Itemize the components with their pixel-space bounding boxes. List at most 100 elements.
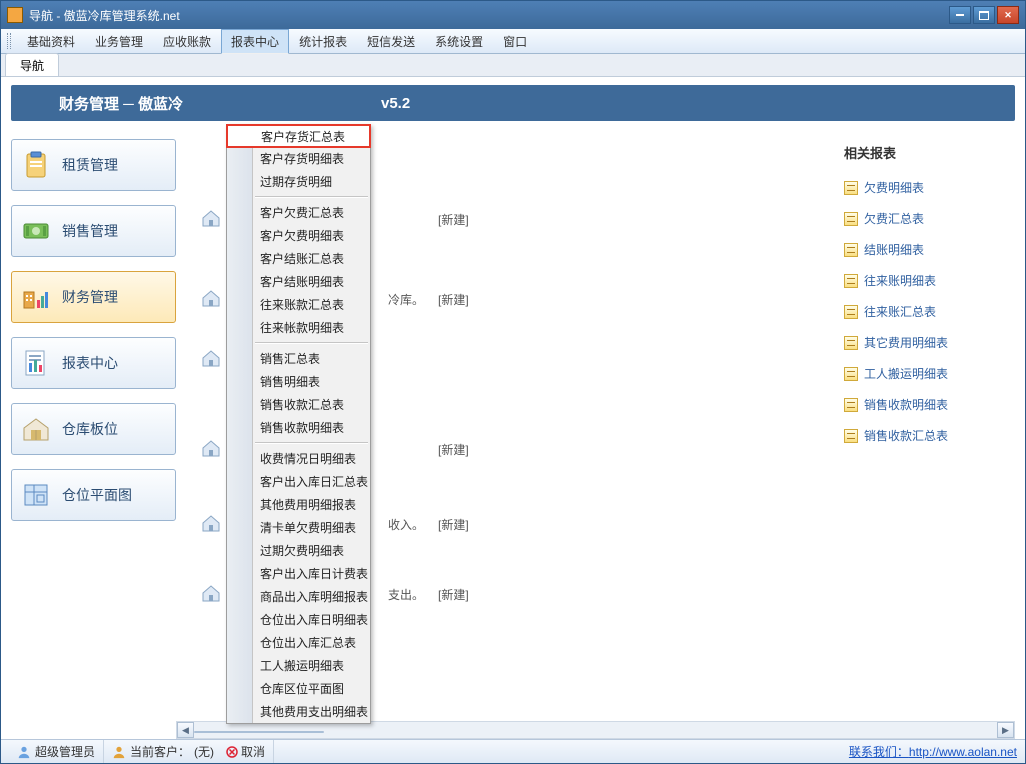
scroll-thumb[interactable] bbox=[194, 731, 324, 733]
status-user-section: 超级管理员 bbox=[9, 740, 104, 763]
related-report-item[interactable]: 欠费汇总表 bbox=[840, 203, 1015, 234]
related-label: 销售收款明细表 bbox=[864, 396, 948, 413]
dropdown-item[interactable]: 销售收款汇总表 bbox=[227, 393, 370, 416]
scroll-left-button[interactable]: ◀ bbox=[177, 722, 194, 738]
hint-new-tag[interactable]: [新建] bbox=[438, 291, 469, 308]
related-label: 销售收款汇总表 bbox=[864, 427, 948, 444]
dropdown-item[interactable]: 仓库区位平面图 bbox=[227, 677, 370, 700]
menu-1[interactable]: 业务管理 bbox=[85, 29, 153, 54]
dropdown-item[interactable]: 客户结账汇总表 bbox=[227, 247, 370, 270]
close-button[interactable] bbox=[997, 6, 1019, 24]
dropdown-item[interactable]: 客户出入库日计费表 bbox=[227, 562, 370, 585]
menu-7[interactable]: 窗口 bbox=[493, 29, 537, 54]
maximize-button[interactable] bbox=[973, 6, 995, 24]
dropdown-item[interactable]: 客户存货汇总表 bbox=[226, 124, 371, 148]
dropdown-item[interactable]: 销售明细表 bbox=[227, 370, 370, 393]
report-file-icon bbox=[844, 243, 858, 257]
report-icon bbox=[20, 347, 52, 379]
related-report-item[interactable]: 往来账明细表 bbox=[840, 265, 1015, 296]
statusbar: 超级管理员 当前客户： (无) 取消 联系我们：http://www.aolan… bbox=[1, 739, 1025, 763]
client-area: 财务管理 ─ 傲蓝冷 v5.2 租赁管理销售管理财务管理报表中心仓库板位仓位平面… bbox=[1, 76, 1025, 739]
report-file-icon bbox=[844, 274, 858, 288]
nav-building-chart[interactable]: 财务管理 bbox=[11, 271, 176, 323]
related-report-item[interactable]: 欠费明细表 bbox=[840, 172, 1015, 203]
hint-new-tag[interactable]: [新建] bbox=[438, 516, 469, 533]
clipboard-icon bbox=[20, 149, 52, 181]
dropdown-item[interactable]: 过期欠费明细表 bbox=[227, 539, 370, 562]
menu-2[interactable]: 应收账款 bbox=[153, 29, 221, 54]
nav-warehouse[interactable]: 仓库板位 bbox=[11, 403, 176, 455]
tab-navigation[interactable]: 导航 bbox=[5, 53, 59, 77]
home-icon bbox=[200, 437, 222, 459]
nav-label: 报表中心 bbox=[62, 353, 118, 373]
related-report-item[interactable]: 结账明细表 bbox=[840, 234, 1015, 265]
dropdown-item[interactable]: 销售汇总表 bbox=[227, 347, 370, 370]
nav-clipboard[interactable]: 租赁管理 bbox=[11, 139, 176, 191]
window-buttons bbox=[949, 6, 1019, 24]
dropdown-item[interactable]: 仓位出入库日明细表 bbox=[227, 608, 370, 631]
dropdown-item[interactable]: 客户结账明细表 bbox=[227, 270, 370, 293]
banner-version: v5.2 bbox=[381, 95, 410, 112]
contact-url[interactable]: http://www.aolan.net bbox=[909, 745, 1017, 759]
dropdown-item[interactable]: 客户欠费明细表 bbox=[227, 224, 370, 247]
related-report-item[interactable]: 往来账汇总表 bbox=[840, 296, 1015, 327]
cancel-label: 取消 bbox=[241, 743, 265, 760]
related-reports-title: 相关报表 bbox=[840, 137, 1015, 172]
dropdown-item[interactable]: 其他费用支出明细表 bbox=[227, 700, 370, 723]
dropdown-item[interactable]: 商品出入库明细报表 bbox=[227, 585, 370, 608]
dropdown-separator bbox=[255, 342, 368, 344]
dropdown-item[interactable]: 往来账款汇总表 bbox=[227, 293, 370, 316]
dropdown-item[interactable]: 清卡单欠费明细表 bbox=[227, 516, 370, 539]
hint-new-tag[interactable]: [新建] bbox=[438, 586, 469, 603]
dropdown-item[interactable]: 工人搬运明细表 bbox=[227, 654, 370, 677]
dropdown-item[interactable]: 其他费用明细报表 bbox=[227, 493, 370, 516]
status-customer-section: 当前客户： (无) 取消 bbox=[104, 740, 274, 763]
minimize-button[interactable] bbox=[949, 6, 971, 24]
nav-money[interactable]: 销售管理 bbox=[11, 205, 176, 257]
user-icon bbox=[17, 745, 31, 759]
dropdown-item[interactable]: 过期存货明细 bbox=[227, 170, 370, 193]
menu-5[interactable]: 短信发送 bbox=[357, 29, 425, 54]
building-chart-icon bbox=[20, 281, 52, 313]
window-title: 导航 - 傲蓝冷库管理系统.net bbox=[29, 7, 949, 24]
dropdown-item[interactable]: 客户存货明细表 bbox=[227, 147, 370, 170]
tabbar: 导航 bbox=[1, 54, 1025, 76]
contact-label: 联系我们： bbox=[849, 745, 909, 759]
report-file-icon bbox=[844, 367, 858, 381]
nav-report[interactable]: 报表中心 bbox=[11, 337, 176, 389]
related-report-item[interactable]: 销售收款汇总表 bbox=[840, 420, 1015, 451]
hint-text: 收入。 bbox=[388, 516, 424, 533]
banner-title-left: 财务管理 ─ 傲蓝冷 bbox=[59, 93, 183, 114]
report-center-dropdown: 客户存货汇总表客户存货明细表过期存货明细客户欠费汇总表客户欠费明细表客户结账汇总… bbox=[226, 124, 371, 724]
cancel-icon bbox=[226, 746, 238, 758]
dropdown-item[interactable]: 客户出入库日汇总表 bbox=[227, 470, 370, 493]
hint-text: 支出。 bbox=[388, 586, 424, 603]
home-icon bbox=[200, 287, 222, 309]
dropdown-item[interactable]: 仓位出入库汇总表 bbox=[227, 631, 370, 654]
related-report-item[interactable]: 其它费用明细表 bbox=[840, 327, 1015, 358]
related-label: 结账明细表 bbox=[864, 241, 924, 258]
related-report-item[interactable]: 工人搬运明细表 bbox=[840, 358, 1015, 389]
menu-0[interactable]: 基础资料 bbox=[17, 29, 85, 54]
related-label: 往来账明细表 bbox=[864, 272, 936, 289]
nav-blueprint[interactable]: 仓位平面图 bbox=[11, 469, 176, 521]
report-file-icon bbox=[844, 181, 858, 195]
related-label: 往来账汇总表 bbox=[864, 303, 936, 320]
hint-new-tag[interactable]: [新建] bbox=[438, 211, 469, 228]
dropdown-item[interactable]: 往来帐款明细表 bbox=[227, 316, 370, 339]
menu-grip-icon bbox=[7, 33, 11, 49]
related-report-item[interactable]: 销售收款明细表 bbox=[840, 389, 1015, 420]
dropdown-item[interactable]: 收费情况日明细表 bbox=[227, 447, 370, 470]
dropdown-item[interactable]: 客户欠费汇总表 bbox=[227, 201, 370, 224]
related-label: 欠费汇总表 bbox=[864, 210, 924, 227]
menu-6[interactable]: 系统设置 bbox=[425, 29, 493, 54]
menu-3[interactable]: 报表中心 bbox=[221, 29, 289, 54]
contact-link[interactable]: 联系我们：http://www.aolan.net bbox=[849, 743, 1017, 760]
report-file-icon bbox=[844, 429, 858, 443]
menu-4[interactable]: 统计报表 bbox=[289, 29, 357, 54]
cancel-customer-button[interactable]: 取消 bbox=[226, 743, 265, 760]
dropdown-item[interactable]: 销售收款明细表 bbox=[227, 416, 370, 439]
hint-new-tag[interactable]: [新建] bbox=[438, 441, 469, 458]
home-icon bbox=[200, 207, 222, 229]
side-nav: 租赁管理销售管理财务管理报表中心仓库板位仓位平面图 bbox=[11, 139, 176, 739]
